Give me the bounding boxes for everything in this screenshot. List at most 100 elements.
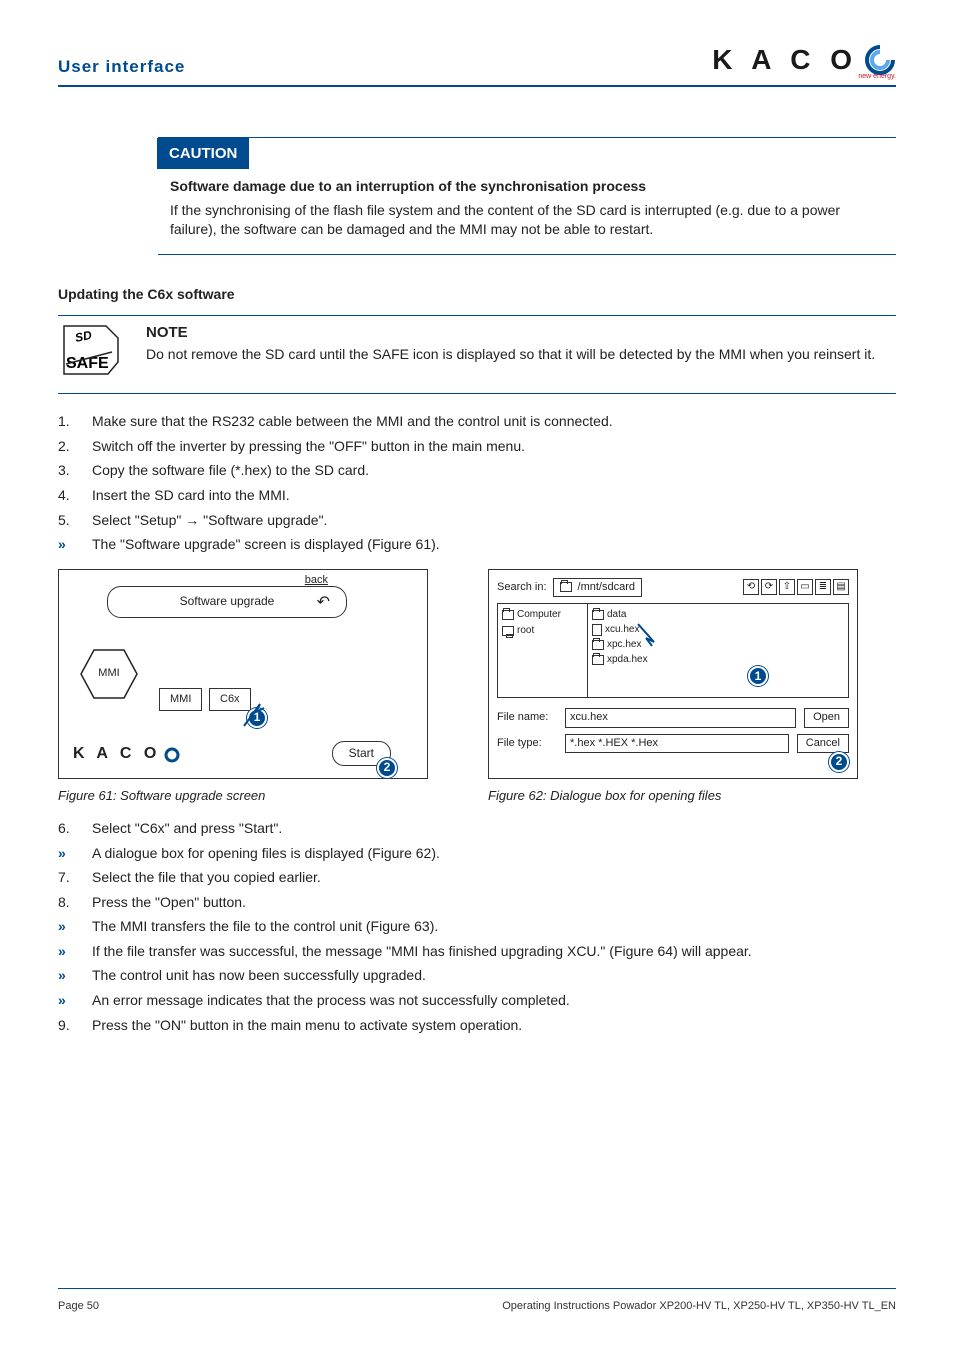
figure-61-caption: Figure 61: Software upgrade screen: [58, 787, 428, 805]
steps-list-1: 1. Make sure that the RS232 cable between…: [58, 412, 896, 555]
note-text: Do not remove the SD card until the SAFE…: [146, 345, 875, 365]
file-xpda[interactable]: xpda.hex: [607, 653, 648, 667]
folder-icon: [592, 655, 604, 665]
step-text: Select the file that you copied earlier.: [92, 868, 321, 888]
files-pane[interactable]: data xcu.hex xpc.hex xpda.hex 1: [588, 604, 652, 697]
caution-text: If the synchronising of the flash file s…: [170, 201, 884, 240]
brand-text: K A C O: [73, 743, 160, 765]
step-num: 3.: [58, 461, 76, 481]
tool-back-icon[interactable]: ⟲: [743, 579, 759, 595]
step-text: Select "C6x" and press "Start".: [92, 819, 282, 839]
folder-icon: [592, 640, 604, 650]
tool-newfolder-icon[interactable]: ▭: [797, 579, 813, 595]
step-num: 5.: [58, 511, 76, 531]
step-text: The control unit has now been successful…: [92, 966, 426, 986]
svg-text:SAFE: SAFE: [66, 355, 109, 372]
folder-icon: [560, 582, 572, 592]
step-text: Press the "ON" button in the main menu t…: [92, 1016, 522, 1036]
logo-subtext: new energy.: [858, 72, 896, 82]
tool-fwd-icon[interactable]: ⟳: [761, 579, 777, 595]
doc-title: Operating Instructions Powador XP200-HV …: [502, 1299, 896, 1314]
monitor-icon: [502, 626, 514, 636]
step-text: Select "Setup" → "Software upgrade".: [92, 511, 327, 531]
step-num: 6.: [58, 819, 76, 839]
step-chevron: »: [58, 844, 76, 864]
cancel-label: Cancel: [806, 737, 840, 749]
page-number: Page 50: [58, 1299, 99, 1314]
dialog-toolbar: ⟲ ⟳ ⇧ ▭ ≣ ▤: [743, 579, 849, 595]
step-text: Switch off the inverter by pressing the …: [92, 437, 525, 457]
figure-61: Software upgrade back ↶ MMI MMI C6x 1 St…: [58, 569, 428, 779]
folder-icon: [592, 610, 604, 620]
step-num: 7.: [58, 868, 76, 888]
hexagon-label: MMI: [98, 666, 119, 681]
search-in-dropdown[interactable]: /mnt/sdcard: [553, 578, 642, 597]
file-data[interactable]: data: [607, 608, 626, 622]
file-xcu[interactable]: xcu.hex: [605, 623, 639, 637]
step-chevron: »: [58, 942, 76, 962]
brand-footer: K A C O: [73, 743, 180, 765]
tool-list-icon[interactable]: ≣: [815, 579, 831, 595]
tree-root[interactable]: root: [517, 624, 534, 638]
step-num: 1.: [58, 412, 76, 432]
step-text: The MMI transfers the file to the contro…: [92, 917, 438, 937]
step-num: 4.: [58, 486, 76, 506]
tool-up-icon[interactable]: ⇧: [779, 579, 795, 595]
pointer-arrow-icon: [636, 622, 666, 652]
filetype-select[interactable]: *.hex *.HEX *.Hex: [565, 734, 789, 753]
sd-safe-icon: SD SAFE: [58, 322, 128, 384]
step-chevron: »: [58, 966, 76, 986]
step-chevron: »: [58, 917, 76, 937]
steps-list-2: 6. Select "C6x" and press "Start". » A dia…: [58, 819, 896, 1035]
figure-62-caption: Figure 62: Dialogue box for opening file…: [488, 787, 858, 805]
note-title: NOTE: [146, 322, 875, 343]
step-text: Insert the SD card into the MMI.: [92, 486, 290, 506]
back-arrow-icon[interactable]: ↶: [317, 592, 330, 614]
figure-62: Search in: /mnt/sdcard ⟲ ⟳ ⇧ ▭ ≣ ▤ Compu…: [488, 569, 858, 779]
callout-2: 2: [377, 758, 397, 778]
step-text: If the file transfer was successful, the…: [92, 942, 752, 962]
logo-swirl-icon: [864, 44, 896, 76]
section-title: User interface: [58, 55, 185, 79]
filetype-label: File type:: [497, 736, 557, 751]
update-heading: Updating the C6x software: [58, 285, 896, 305]
step-chevron: »: [58, 991, 76, 1011]
step-num: 8.: [58, 893, 76, 913]
file-icon: [592, 624, 602, 636]
caution-block: CAUTION Software damage due to an interr…: [158, 137, 896, 255]
filename-input[interactable]: xcu.hex: [565, 708, 796, 727]
screen-title: Software upgrade: [180, 593, 275, 610]
step-num: 2.: [58, 437, 76, 457]
tree-computer[interactable]: Computer: [517, 608, 561, 622]
tool-detail-icon[interactable]: ▤: [833, 579, 849, 595]
step-text: The "Software upgrade" screen is display…: [92, 535, 440, 555]
open-button[interactable]: Open: [804, 708, 849, 727]
pointer-arrow-icon: [242, 698, 272, 728]
filename-label: File name:: [497, 710, 557, 725]
callout-2: 2: [829, 752, 849, 772]
search-in-value: /mnt/sdcard: [578, 580, 635, 595]
hexagon-mmi: MMI: [79, 648, 139, 700]
step-text: Make sure that the RS232 cable between t…: [92, 412, 613, 432]
brand-swirl-icon: [164, 747, 180, 763]
step-text: Press the "Open" button.: [92, 893, 246, 913]
folder-icon: [502, 610, 514, 620]
svg-text:SD: SD: [74, 327, 94, 344]
page-footer: Page 50 Operating Instructions Powador X…: [58, 1288, 896, 1314]
back-label[interactable]: back: [305, 573, 328, 588]
caution-bar: CAUTION: [157, 138, 249, 169]
mmi-button[interactable]: MMI: [159, 688, 202, 711]
file-browser: Computer root data xcu.hex xpc.hex xpda.…: [497, 603, 849, 698]
logo-text: K A C O: [712, 40, 858, 79]
note-block: SD SAFE NOTE Do not remove the SD card u…: [58, 315, 896, 395]
step-text: An error message indicates that the proc…: [92, 991, 570, 1011]
tree-pane[interactable]: Computer root: [498, 604, 588, 697]
step-chevron: »: [58, 535, 76, 555]
cancel-button[interactable]: Cancel: [797, 734, 849, 753]
step-num: 9.: [58, 1016, 76, 1036]
step-text: Copy the software file (*.hex) to the SD…: [92, 461, 369, 481]
search-in-label: Search in:: [497, 580, 547, 595]
screen-title-bar: Software upgrade back ↶: [107, 586, 347, 618]
step-text: A dialogue box for opening files is disp…: [92, 844, 440, 864]
caution-title: Software damage due to an interruption o…: [170, 177, 884, 197]
